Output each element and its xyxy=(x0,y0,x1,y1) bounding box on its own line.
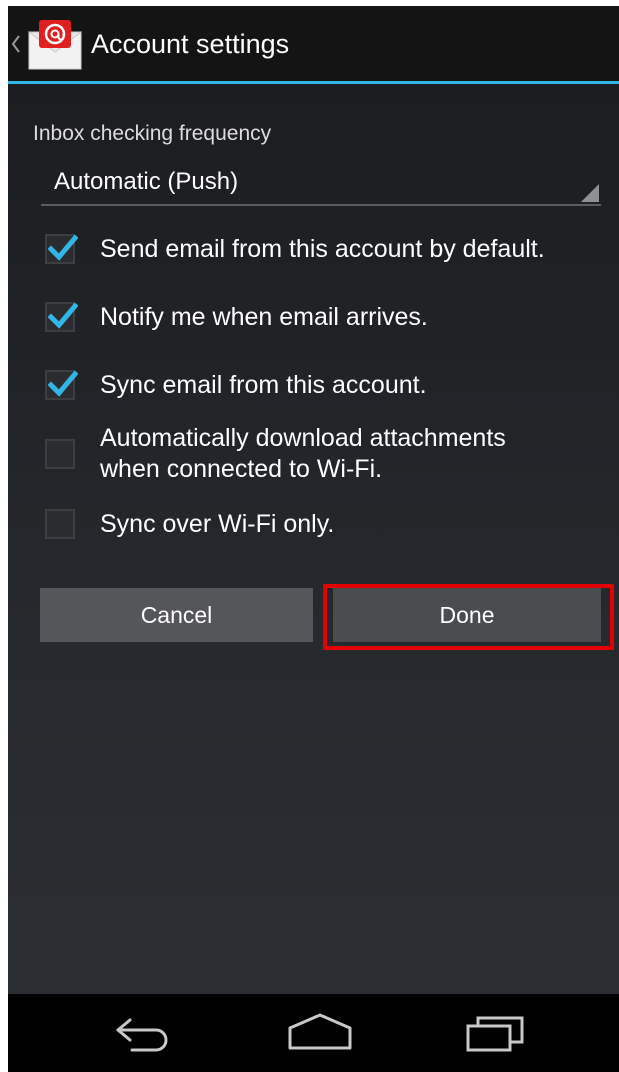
option-wifi-only[interactable]: Sync over Wi-Fi only. xyxy=(41,504,616,544)
spinner-arrow-icon xyxy=(581,184,599,202)
option-sync-email[interactable]: Sync email from this account. xyxy=(41,366,616,406)
option-label: Sync email from this account. xyxy=(100,371,427,399)
frequency-value: Automatic (Push) xyxy=(54,168,239,195)
option-label: Sync over Wi-Fi only. xyxy=(100,510,335,538)
recent-apps-icon[interactable] xyxy=(464,1012,526,1054)
done-button[interactable]: Done xyxy=(333,588,601,642)
checkmark-icon xyxy=(48,302,78,329)
phone-screen: Account settings Inbox checking frequenc… xyxy=(8,6,619,1072)
option-label-line2: when connected to Wi-Fi. xyxy=(100,455,383,483)
page-title: Account settings xyxy=(91,29,290,59)
option-label: Send email from this account by default. xyxy=(100,235,545,263)
checkbox-send-default[interactable] xyxy=(45,234,78,264)
frequency-label: Inbox checking frequency xyxy=(33,122,272,145)
email-app-icon[interactable] xyxy=(28,18,82,70)
checkbox-wifi-only[interactable] xyxy=(45,509,75,539)
option-auto-download[interactable]: Automatically download attachments when … xyxy=(41,420,616,488)
option-notify[interactable]: Notify me when email arrives. xyxy=(41,298,616,338)
checkbox-notify[interactable] xyxy=(45,302,78,332)
cancel-button[interactable]: Cancel xyxy=(40,588,313,642)
option-label-line1: Automatically download attachments xyxy=(100,424,506,452)
checkmark-icon xyxy=(48,370,78,397)
option-label: Notify me when email arrives. xyxy=(100,303,428,331)
back-arrow-icon[interactable] xyxy=(112,1012,174,1054)
checkmark-icon xyxy=(48,234,78,261)
nav-bar xyxy=(8,994,619,1072)
settings-content: Inbox checking frequency Automatic (Push… xyxy=(8,84,619,994)
action-bar: Account settings xyxy=(8,6,619,84)
frequency-spinner[interactable]: Automatic (Push) xyxy=(41,158,601,206)
home-icon[interactable] xyxy=(286,1012,354,1054)
checkbox-auto-download[interactable] xyxy=(45,439,75,469)
option-send-default[interactable]: Send email from this account by default. xyxy=(41,230,616,270)
checkbox-sync-email[interactable] xyxy=(45,370,78,400)
back-caret-icon[interactable] xyxy=(11,34,21,54)
